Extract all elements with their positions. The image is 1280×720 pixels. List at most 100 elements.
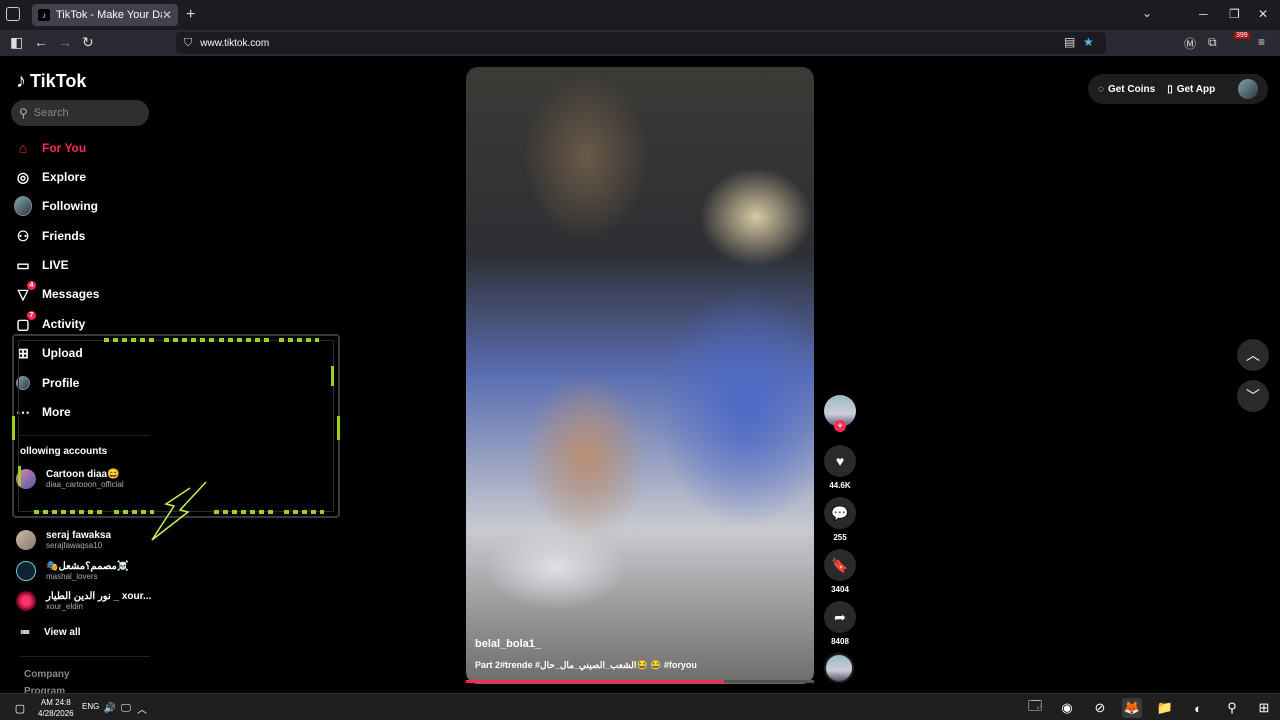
hud-stripe bbox=[114, 510, 154, 514]
app-icon-messenger[interactable]: ◉ bbox=[1057, 698, 1077, 718]
app-icon-edge[interactable]: ◐ bbox=[1188, 698, 1208, 718]
clock-time: AM 24:8 bbox=[40, 698, 71, 707]
get-app-button[interactable]: ▯ Get App bbox=[1167, 84, 1215, 95]
hud-side-mark bbox=[331, 366, 334, 386]
sidebar-item-for-you[interactable]: ⌂ For You bbox=[14, 139, 86, 157]
new-tab-icon[interactable]: + bbox=[186, 6, 195, 24]
hud-stripe bbox=[104, 338, 154, 342]
account-name: نور الدين الطيار _ xour... bbox=[46, 591, 152, 602]
language-indicator[interactable]: ENG bbox=[82, 702, 99, 711]
close-window-icon[interactable]: ✕ bbox=[1258, 7, 1268, 21]
header-actions: ◌ Get Coins ▯ Get App bbox=[1088, 74, 1268, 104]
browser-nav-bar: ◧ ← → ↻ ⛉ www.tiktok.com ▤ ★ Ⓜ ⧉ 399 ≡ bbox=[0, 30, 1280, 56]
compass-icon: ◎ bbox=[16, 168, 30, 185]
sidebar-toggle-icon[interactable]: ◧ bbox=[10, 34, 23, 51]
avatar bbox=[16, 591, 36, 611]
view-all-label: View all bbox=[44, 627, 81, 638]
coin-icon: ◌ bbox=[1098, 83, 1104, 95]
avatar bbox=[16, 530, 36, 550]
footer-link-company[interactable]: Company bbox=[24, 669, 70, 680]
tab-overview-icon[interactable] bbox=[6, 7, 20, 21]
tiktok-logo[interactable]: ♪ TikTok bbox=[16, 70, 86, 93]
taskbar-clock[interactable]: AM 24:8 4/28/2026 bbox=[38, 697, 74, 719]
profile-avatar[interactable] bbox=[1238, 79, 1258, 99]
search-placeholder: Search bbox=[33, 107, 69, 119]
sidebar-item-label: Activity bbox=[42, 317, 86, 331]
activity-icon: ▢ 7 bbox=[14, 311, 36, 333]
notification-icon[interactable]: ▢ bbox=[10, 698, 30, 718]
app-icon-firefox[interactable]: 🦊 bbox=[1122, 698, 1142, 718]
music-disc-avatar[interactable] bbox=[824, 653, 854, 683]
view-all-link[interactable]: ≔ View all bbox=[20, 627, 81, 638]
video-player[interactable] bbox=[466, 67, 814, 684]
chevron-up-icon[interactable]: ︿ bbox=[132, 698, 152, 718]
reader-view-icon[interactable]: ▤ bbox=[1064, 35, 1075, 49]
app-icon-recorder[interactable]: ⊘ bbox=[1090, 698, 1110, 718]
get-coins-button[interactable]: ◌ Get Coins bbox=[1098, 84, 1155, 95]
previous-video-button[interactable]: ︿ bbox=[1237, 339, 1269, 371]
account-icon[interactable]: Ⓜ bbox=[1184, 35, 1196, 52]
share-button[interactable]: ➦ bbox=[824, 601, 856, 633]
tiktok-note-icon: ♪ bbox=[16, 70, 26, 92]
sidebar-item-friends[interactable]: ⚇ Friends bbox=[14, 227, 86, 245]
comment-button[interactable]: 💬 bbox=[824, 497, 856, 529]
forward-icon[interactable]: → bbox=[58, 34, 72, 50]
sidebar-item-activity[interactable]: ▢ 7 Activity bbox=[14, 311, 86, 333]
heart-icon: ♥ bbox=[835, 453, 845, 469]
hud-side-mark bbox=[18, 466, 21, 486]
sidebar-item-following[interactable]: Following bbox=[14, 196, 98, 216]
comment-icon: 💬 bbox=[831, 504, 849, 521]
search-icon: ⚲ bbox=[19, 106, 28, 120]
video-progress-fill bbox=[466, 680, 724, 683]
avatar bbox=[16, 561, 36, 581]
restore-icon[interactable]: ❐ bbox=[1229, 7, 1240, 21]
minimize-icon[interactable]: ─ bbox=[1199, 7, 1208, 21]
sidebar-item-label: Friends bbox=[42, 229, 86, 243]
hud-side-mark bbox=[12, 416, 15, 440]
menu-icon[interactable]: ≡ bbox=[1258, 35, 1265, 49]
next-video-button[interactable]: ﹀ bbox=[1237, 380, 1269, 412]
tab-title: TikTok - Make Your Day bbox=[56, 9, 162, 21]
account-name: 🎭مصمم؟مشعل☠️ bbox=[46, 561, 130, 572]
sidebar-item-explore[interactable]: ◎ Explore bbox=[14, 168, 86, 186]
bookmark-icon: 🔖 bbox=[831, 556, 849, 573]
hud-stripe bbox=[284, 510, 324, 514]
messages-icon: ▽ 4 bbox=[14, 281, 36, 303]
hud-stripe bbox=[34, 510, 104, 514]
account-item[interactable]: نور الدين الطيار _ xour... xour_eldin bbox=[16, 591, 151, 611]
extensions-icon[interactable]: ⧉ bbox=[1208, 35, 1217, 50]
back-icon[interactable]: ← bbox=[34, 34, 48, 50]
shield-icon[interactable]: ⛉ bbox=[184, 37, 192, 50]
windows-start-icon[interactable]: ⊞ bbox=[1254, 698, 1274, 718]
follow-plus-icon[interactable]: + bbox=[834, 420, 846, 432]
account-item[interactable]: 🎭مصمم؟مشعل☠️ mashal_lovers bbox=[16, 561, 129, 581]
bookmark-star-icon[interactable]: ★ bbox=[1083, 35, 1094, 49]
search-input[interactable]: ⚲ Search bbox=[11, 100, 149, 126]
account-name: seraj fawaksa bbox=[46, 530, 112, 541]
url-bar[interactable]: ⛉ www.tiktok.com bbox=[176, 32, 1106, 54]
list-icon: ≔ bbox=[20, 627, 30, 638]
app-icon-files[interactable]: 🗔 bbox=[1025, 698, 1045, 718]
sidebar-item-messages[interactable]: ▽ 4 Messages bbox=[14, 281, 100, 303]
list-tabs-icon[interactable]: ⌄ bbox=[1142, 6, 1152, 20]
like-button[interactable]: ♥ bbox=[824, 445, 856, 477]
avatar-icon bbox=[14, 196, 32, 216]
reload-icon[interactable]: ↻ bbox=[82, 34, 94, 51]
sidebar-item-live[interactable]: ▭ LIVE bbox=[14, 256, 69, 274]
account-handle: xour_eldin bbox=[46, 602, 83, 611]
search-icon[interactable]: ⚲ bbox=[1222, 698, 1242, 718]
hud-stripe bbox=[214, 510, 274, 514]
tab-close-icon[interactable]: ✕ bbox=[162, 8, 172, 22]
account-item[interactable]: seraj fawaksa serajfawaqsa10 bbox=[16, 530, 111, 550]
sidebar-item-label: LIVE bbox=[42, 258, 69, 272]
tiktok-favicon-icon: ♪ bbox=[38, 9, 50, 21]
save-button[interactable]: 🔖 bbox=[824, 549, 856, 581]
video-progress-bar[interactable] bbox=[466, 680, 814, 683]
browser-tab[interactable]: ♪ TikTok - Make Your Day ✕ bbox=[32, 4, 178, 26]
friends-icon: ⚇ bbox=[16, 227, 30, 244]
app-icon-explorer[interactable]: 📁 bbox=[1155, 698, 1175, 718]
video-author[interactable]: belal_bola1_ bbox=[475, 638, 541, 650]
sidebar-item-label: Messages bbox=[42, 287, 100, 301]
hud-side-mark bbox=[337, 416, 340, 440]
activity-badge: 7 bbox=[27, 311, 36, 320]
